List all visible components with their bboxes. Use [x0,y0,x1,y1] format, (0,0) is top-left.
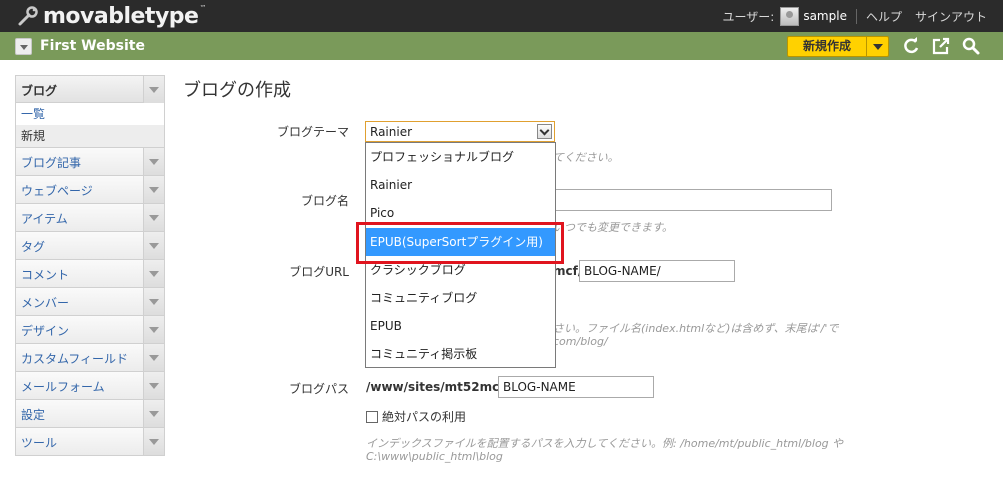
chevron-down-icon[interactable] [143,372,164,399]
chevron-down-icon[interactable] [143,260,164,287]
sidebar-item-label: タグ [21,240,46,254]
blog-path-input[interactable] [498,376,654,398]
refresh-icon[interactable] [901,36,921,56]
theme-option[interactable]: プロフェッショナルブログ [366,143,555,171]
sidebar-section-label: ブログ [21,84,58,98]
theme-select[interactable]: Rainier [365,121,555,142]
signout-link[interactable]: サインアウト [915,8,987,25]
blog-url-hint-line-2: com/blog/ [553,335,608,348]
divider [855,8,857,24]
sidebar-item-label: 設定 [21,408,46,422]
absolute-path-option[interactable]: 絶対パスの利用 [366,408,466,425]
blog-path-label: ブログパス [288,382,349,396]
help-link[interactable]: ヘルプ [866,8,902,25]
sidebar-item-settings[interactable]: 設定 [15,400,165,428]
blog-url-prefix: mcf/ [553,264,583,278]
sidebar-item-label: メールフォーム [21,380,105,394]
blog-path-hint-line-2: C:\www\public_html\blog [366,450,503,463]
sidebar-item-assets[interactable]: アイテム [15,204,165,232]
sidebar: ブログ 一覧 新規 ブログ記事 ウェブページ アイテム タグ コメント メンバー… [15,75,165,456]
logo-icon [18,6,38,26]
user-label: ユーザー: [722,9,775,24]
sidebar-item-tools[interactable]: ツール [15,428,165,456]
theme-option[interactable]: コミュニティ掲示板 [366,340,555,368]
sidebar-item-label: アイテム [21,212,68,226]
sidebar-item-label: メンバー [21,296,70,310]
sidebar-item-tags[interactable]: タグ [15,232,165,260]
avatar[interactable] [780,6,800,26]
blog-url-input[interactable] [579,260,735,282]
user-area: ユーザー: sample ヘルプ サインアウト [723,0,987,32]
view-site-icon[interactable] [931,36,951,56]
blog-name-label: ブログ名 [300,194,349,208]
chevron-down-icon[interactable] [143,428,164,455]
blog-url-hint-line-1: さい。ファイル名(index.htmlなど)は含めず、末尾は'/'で [553,322,839,335]
sidebar-subitem-new[interactable]: 新規 [16,125,164,147]
sidebar-item-label: コメント [21,268,70,282]
sidebar-item-entries[interactable]: ブログ記事 [15,148,165,176]
sidebar-item-design[interactable]: デザイン [15,316,165,344]
sidebar-item-comments[interactable]: コメント [15,260,165,288]
username-link[interactable]: sample [803,9,847,23]
page-title: ブログの作成 [183,80,291,101]
annotation-highlight-box [356,222,564,264]
site-name[interactable]: First Website [40,38,145,54]
sidebar-item-label: ブログ記事 [21,156,82,170]
sidebar-item-label: ウェブページ [21,184,93,198]
top-bar: movabletype ™ ユーザー: sample ヘルプ サインアウト [0,0,1003,32]
chevron-down-icon[interactable] [143,148,164,175]
theme-label: ブログテーマ [276,125,349,139]
theme-select-value: Rainier [370,125,413,139]
blog-name-input[interactable] [553,189,832,211]
blog-path-prefix: /www/sites/mt52mcf/ [366,380,509,394]
absolute-path-checkbox[interactable] [366,410,378,423]
logo-trademark: ™ [199,4,207,12]
chevron-down-icon[interactable] [537,124,552,139]
sidebar-submenu: 一覧 新規 [15,103,165,148]
sidebar-section-blog[interactable]: ブログ [15,75,165,103]
sidebar-item-custom-fields[interactable]: カスタムフィールド [15,344,165,372]
sidebar-item-label: カスタムフィールド [21,352,129,366]
site-menu-toggle[interactable] [15,38,32,55]
chevron-down-icon[interactable] [143,400,164,427]
blog-path-hint-line-1: インデックスファイルを配置するパスを入力してください。例: /home/mt/p… [366,437,844,450]
theme-option[interactable]: Rainier [366,171,555,199]
theme-hint: てください。 [553,151,619,164]
chevron-down-icon[interactable] [143,344,164,371]
chevron-down-icon[interactable] [143,316,164,343]
search-icon[interactable] [961,36,981,56]
sidebar-item-mail-form[interactable]: メールフォーム [15,372,165,400]
blog-url-label: ブログURL [289,265,349,279]
new-create-button[interactable]: 新規作成 [787,36,889,57]
sidebar-item-members[interactable]: メンバー [15,288,165,316]
theme-option[interactable]: コミュニティブログ [366,284,555,312]
sidebar-item-label: ツール [21,436,58,450]
chevron-down-icon[interactable] [143,232,164,259]
new-create-dropdown-icon[interactable] [867,37,888,56]
chevron-down-icon[interactable] [143,204,164,231]
chevron-down-icon[interactable] [143,76,164,103]
sidebar-item-label: デザイン [21,324,70,338]
absolute-path-label: 絶対パスの利用 [382,410,467,424]
new-create-label[interactable]: 新規作成 [788,37,867,56]
sidebar-item-pages[interactable]: ウェブページ [15,176,165,204]
logo[interactable]: movabletype ™ [17,3,206,29]
chevron-down-icon[interactable] [143,288,164,315]
blog-name-hint: いつでも変更できます。 [553,221,673,234]
chevron-down-icon[interactable] [143,176,164,203]
sidebar-subitem-list[interactable]: 一覧 [16,103,164,125]
theme-option[interactable]: EPUB [366,312,555,340]
logo-text: movabletype [43,3,199,29]
